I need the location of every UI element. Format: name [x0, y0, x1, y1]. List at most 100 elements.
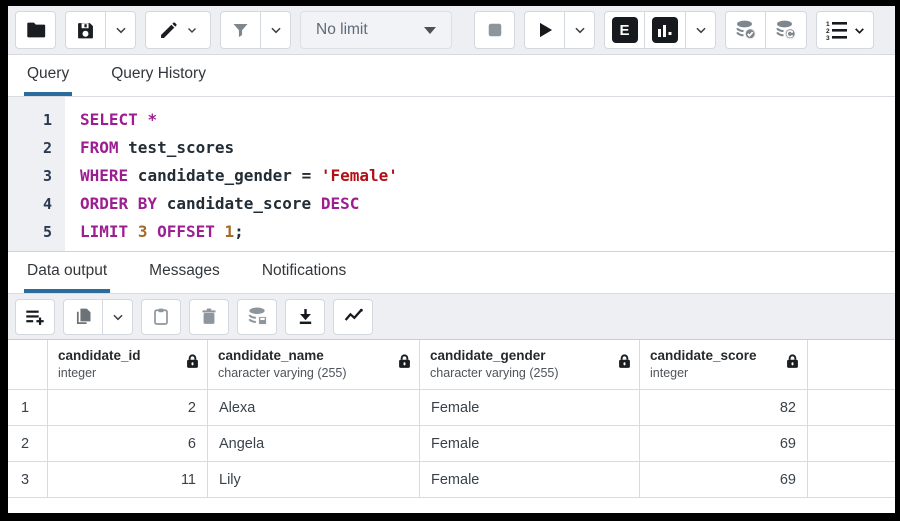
column-header-text: candidate_id integer	[58, 347, 141, 381]
sql-token: ORDER BY	[80, 194, 157, 213]
results-toolbar	[8, 294, 895, 340]
commit-icon	[734, 18, 758, 42]
save-file-button[interactable]	[65, 11, 106, 49]
cell-candidate-id[interactable]: 2	[48, 390, 208, 425]
sql-token: SELECT	[80, 110, 138, 129]
open-file-button[interactable]	[15, 11, 56, 49]
row-number-cell[interactable]: 3	[8, 462, 48, 497]
rollback-button	[766, 11, 807, 49]
sql-code[interactable]: SELECT * FROM test_scores WHERE candidat…	[65, 97, 398, 251]
edit-menu-button[interactable]	[145, 11, 211, 49]
grid-corner-cell[interactable]	[8, 340, 48, 389]
cell-candidate-score[interactable]: 69	[640, 462, 808, 497]
cell-candidate-name[interactable]: Alexa	[208, 390, 420, 425]
line-number: 3	[8, 162, 52, 190]
row-number-cell[interactable]: 2	[8, 426, 48, 461]
cell-candidate-gender[interactable]: Female	[420, 426, 640, 461]
table-row[interactable]: 3 11 Lily Female 69	[8, 462, 895, 498]
tab-notifications[interactable]: Notifications	[259, 252, 349, 293]
row-number-cell[interactable]: 1	[8, 390, 48, 425]
line-number: 1	[8, 106, 52, 134]
transaction-button-group	[725, 11, 807, 49]
sql-line: LIMIT 3 OFFSET 1;	[80, 218, 398, 246]
tab-query[interactable]: Query	[24, 55, 72, 96]
cell-candidate-id[interactable]: 11	[48, 462, 208, 497]
sql-line: WHERE candidate_gender = 'Female'	[80, 162, 398, 190]
execute-options-button[interactable]	[565, 11, 595, 49]
column-header-candidate-score[interactable]: candidate_score integer	[640, 340, 808, 389]
copy-options-chevron-icon	[111, 310, 125, 324]
delete-row-button	[189, 299, 229, 335]
cell-candidate-score[interactable]: 69	[640, 426, 808, 461]
stop-button	[474, 11, 515, 49]
lock-icon	[186, 353, 199, 369]
row-limit-value: No limit	[316, 21, 368, 39]
column-type: character varying (255)	[430, 365, 559, 381]
tab-data-output[interactable]: Data output	[24, 252, 110, 293]
copy-button[interactable]	[63, 299, 103, 335]
paste-icon	[151, 306, 171, 327]
column-header-candidate-name[interactable]: candidate_name character varying (255)	[208, 340, 420, 389]
sql-token: ;	[234, 222, 244, 241]
cell-candidate-score[interactable]: 82	[640, 390, 808, 425]
explain-analyze-button[interactable]	[645, 11, 686, 49]
cell-candidate-name[interactable]: Lily	[208, 462, 420, 497]
results-grid: candidate_id integer candidate_name char…	[8, 340, 895, 513]
filter-button-group	[220, 11, 291, 49]
save-data-changes-button	[237, 299, 277, 335]
tab-messages[interactable]: Messages	[146, 252, 223, 293]
add-row-button[interactable]	[15, 299, 55, 335]
add-row-icon	[24, 306, 46, 328]
table-row[interactable]: 2 6 Angela Female 69	[8, 426, 895, 462]
editor-line-numbers: 1 2 3 4 5	[8, 97, 65, 251]
explain-button[interactable]: E	[604, 11, 645, 49]
output-tabbar: Data output Messages Notifications	[8, 252, 895, 294]
cell-candidate-name[interactable]: Angela	[208, 426, 420, 461]
copy-button-group	[63, 299, 133, 335]
cell-candidate-gender[interactable]: Female	[420, 462, 640, 497]
column-name: candidate_gender	[430, 347, 559, 365]
save-file-icon	[75, 20, 96, 41]
row-limit-select[interactable]: No limit	[300, 11, 452, 49]
macros-chevron-icon	[853, 24, 866, 37]
column-header-text: candidate_score integer	[650, 347, 757, 381]
filter-options-button[interactable]	[261, 11, 291, 49]
download-csv-button[interactable]	[285, 299, 325, 335]
sql-token	[147, 222, 157, 241]
macros-button[interactable]: 1 2 3	[816, 11, 874, 49]
sql-editor[interactable]: 1 2 3 4 5 SELECT * FROM test_scores WHER…	[8, 97, 895, 252]
column-type: character varying (255)	[218, 365, 347, 381]
copy-options-button[interactable]	[103, 299, 133, 335]
line-number: 5	[8, 218, 52, 246]
sql-token: candidate_score	[157, 194, 321, 213]
column-header-candidate-id[interactable]: candidate_id integer	[48, 340, 208, 389]
download-csv-icon	[295, 306, 316, 327]
graph-visualiser-icon	[342, 306, 365, 327]
delete-row-icon	[199, 306, 219, 327]
tab-query-history[interactable]: Query History	[108, 55, 209, 96]
execute-button-group	[524, 11, 595, 49]
save-options-button[interactable]	[106, 11, 136, 49]
explain-options-button[interactable]	[686, 11, 716, 49]
sql-token: *	[147, 110, 157, 129]
column-header-candidate-gender[interactable]: candidate_gender character varying (255)	[420, 340, 640, 389]
cell-candidate-id[interactable]: 6	[48, 426, 208, 461]
graph-visualiser-button[interactable]	[333, 299, 373, 335]
edit-menu-chevron-icon	[186, 24, 198, 36]
execute-button[interactable]	[524, 11, 565, 49]
sql-token: FROM	[80, 138, 119, 157]
lock-icon	[398, 353, 411, 369]
execute-options-chevron-icon	[573, 23, 587, 37]
column-name: candidate_score	[650, 347, 757, 365]
sql-token	[138, 110, 148, 129]
line-number: 4	[8, 190, 52, 218]
cell-candidate-gender[interactable]: Female	[420, 390, 640, 425]
table-row[interactable]: 1 2 Alexa Female 82	[8, 390, 895, 426]
execute-icon	[535, 20, 555, 40]
filter-button[interactable]	[220, 11, 261, 49]
svg-text:1: 1	[826, 21, 830, 28]
lock-icon	[786, 353, 799, 369]
sql-line: FROM test_scores	[80, 134, 398, 162]
column-name: candidate_name	[218, 347, 347, 365]
edit-menu-icon	[158, 20, 179, 41]
